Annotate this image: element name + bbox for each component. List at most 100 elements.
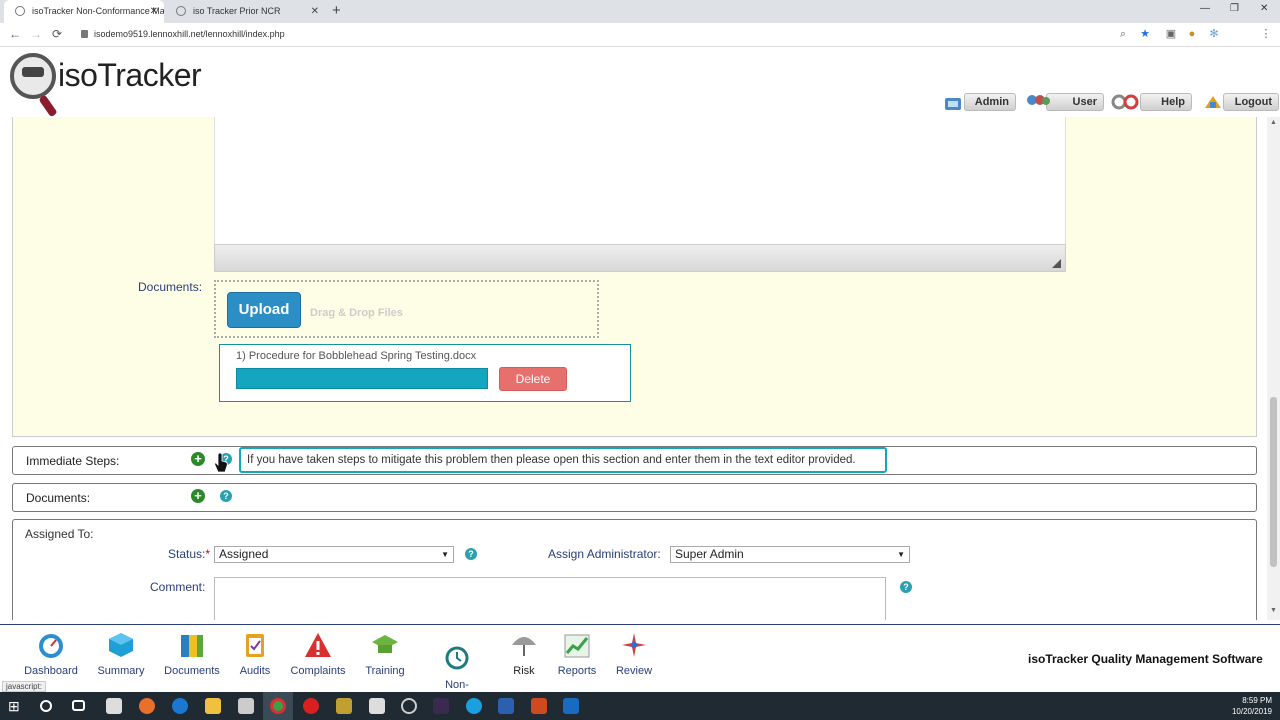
app-header: isoTracker Admin User Help Logout [0,47,1280,118]
browser-tab-active[interactable]: isoTracker Non-Conformance Ma ✕ [4,0,164,23]
forward-icon[interactable]: → [30,27,42,41]
comment-textarea[interactable] [214,577,886,620]
module-audits[interactable]: Audits [237,631,273,677]
app-icon[interactable] [401,698,417,714]
outlook-icon[interactable] [563,698,579,714]
comment-label: Comment: [150,580,206,594]
user-button[interactable]: User [1027,93,1104,111]
firefox-icon[interactable] [139,698,155,714]
main-content[interactable]: Documents: Upload Drag & Drop Files 1) P… [0,117,1267,620]
non-conformance-cycle-icon [445,646,469,670]
tab-title: iso Tracker Prior NCR [193,6,281,16]
lifebuoy-icon [1111,92,1141,112]
risk-umbrella-icon [512,637,536,656]
uploaded-file-name: 1) Procedure for Bobblehead Spring Testi… [236,350,477,362]
skype-icon[interactable] [466,698,482,714]
section-title: Documents: [26,491,91,505]
chevron-down-icon: ▼ [441,550,449,559]
help-icon[interactable]: ? [465,548,477,560]
complaints-warning-icon [305,633,331,657]
url-field[interactable]: isodemo9519.lennoxhill.net/lennoxhill/in… [94,29,285,39]
help-icon[interactable]: ? [900,581,912,593]
dashboard-gauge-icon [39,634,63,658]
reload-icon[interactable]: ⟳ [52,27,62,41]
add-immediate-steps-icon[interactable]: + [191,452,205,466]
users-icon [1025,92,1050,112]
status-select[interactable]: Assigned ▼ [214,546,454,563]
extension-person-icon[interactable]: ● [1186,28,1198,40]
bookmark-star-icon[interactable]: ★ [1139,28,1151,40]
assigned-to-title: Assigned To: [25,527,94,541]
logout-icon [1202,92,1224,112]
calculator-icon[interactable] [238,698,254,714]
chevron-down-icon: ▼ [897,550,905,559]
isotracker-logo-icon [10,53,56,99]
edge-icon[interactable] [172,698,188,714]
page-scrollbar[interactable]: ▲ ▼ [1267,117,1280,620]
documents-label: Documents: [138,280,203,294]
slack-icon[interactable] [433,698,449,714]
admin-icon [943,92,965,112]
editor-status-bar [214,244,1066,272]
logout-button[interactable]: Logout [1205,93,1279,111]
resize-handle-icon[interactable] [1052,259,1061,268]
tab-title: isoTracker Non-Conformance Ma [32,6,164,16]
upload-progress-bar [236,368,488,389]
file-explorer-icon[interactable] [205,698,221,714]
scroll-down-icon[interactable]: ▼ [1270,607,1277,614]
opera-icon[interactable] [303,698,319,714]
logo-handle [38,94,58,118]
footer-brand: isoTracker Quality Management Software [1028,652,1263,666]
module-dashboard[interactable]: Dashboard [24,631,78,677]
help-button[interactable]: Help [1111,93,1192,111]
window-close-icon[interactable]: ✕ [1260,3,1268,14]
scrollbar-thumb[interactable] [1270,397,1277,567]
module-summary[interactable]: Summary [96,631,146,677]
admin-button[interactable]: Admin [945,93,1016,111]
word-icon[interactable] [498,698,514,714]
help-icon[interactable]: ? [220,490,232,502]
module-complaints[interactable]: Complaints [288,631,348,677]
back-icon[interactable]: ← [9,27,21,41]
status-link-preview: javascript: [2,681,47,692]
task-view-icon[interactable] [72,700,85,711]
restore-icon[interactable]: ❐ [1230,3,1239,14]
browser-tab[interactable]: iso Tracker Prior NCR ✕ [165,0,325,23]
chrome-icon[interactable] [270,698,286,714]
module-review[interactable]: Review [612,631,656,677]
app-icon[interactable] [336,698,352,714]
status-label: Status:* [168,547,211,561]
upload-button[interactable]: Upload [227,292,301,328]
module-documents[interactable]: Documents [162,631,222,677]
tab-close-icon[interactable]: ✕ [150,0,158,23]
assign-administrator-select[interactable]: Super Admin ▼ [670,546,910,563]
store-icon[interactable] [106,698,122,714]
app-icon[interactable] [369,698,385,714]
taskbar-clock[interactable]: 8:59 PM 10/20/2019 [1232,695,1272,717]
module-training[interactable]: Training [362,631,408,677]
add-documents-icon[interactable]: + [191,489,205,503]
summary-cube-icon [109,633,133,657]
extension-icon[interactable]: ▣ [1165,28,1177,40]
address-bar: ← → ⟳ isodemo9519.lennoxhill.net/lennoxh… [0,23,1280,64]
extension-snowflake-icon[interactable]: ✻ [1208,28,1220,40]
module-reports[interactable]: Reports [555,631,599,677]
assign-administrator-label: Assign Administrator: [548,547,661,561]
scroll-up-icon[interactable]: ▲ [1270,119,1277,126]
hand-cursor-icon [214,453,228,473]
tab-close-icon[interactable]: ✕ [311,0,319,23]
menu-kebab-icon[interactable]: ⋮ [1260,28,1272,40]
zoom-icon[interactable]: ⌕ [1117,28,1129,40]
powerpoint-icon[interactable] [531,698,547,714]
delete-file-button[interactable]: Delete [499,367,567,391]
review-star-burst-icon [622,633,646,657]
magnifier-favicon-icon [15,6,25,16]
minimize-icon[interactable]: — [1200,3,1210,14]
section-title: Immediate Steps: [26,454,120,468]
dropzone-hint: Drag & Drop Files [310,307,403,319]
windows-start-icon[interactable]: ⊞ [8,698,24,714]
magnifier-favicon-icon [176,6,186,16]
search-icon[interactable] [40,700,52,712]
new-tab-icon[interactable]: + [332,2,341,19]
module-risk[interactable]: Risk [505,631,543,677]
